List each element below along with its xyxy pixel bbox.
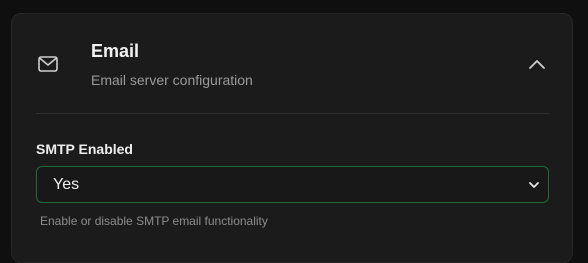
email-settings-card: Email Email server configuration SMTP En… bbox=[11, 13, 573, 263]
divider bbox=[36, 113, 549, 114]
helper-text: Enable or disable SMTP email functionali… bbox=[40, 214, 268, 228]
mail-icon bbox=[38, 56, 58, 72]
chevron-down-icon bbox=[529, 182, 539, 188]
section-subtitle: Email server configuration bbox=[91, 72, 253, 88]
section-title: Email bbox=[91, 41, 140, 61]
smtp-enabled-select[interactable]: Yes bbox=[36, 166, 549, 203]
section-header[interactable]: Email Email server configuration bbox=[12, 14, 572, 114]
chevron-up-icon[interactable] bbox=[526, 56, 548, 72]
smtp-enabled-label: SMTP Enabled bbox=[36, 141, 133, 157]
select-value: Yes bbox=[53, 176, 80, 193]
